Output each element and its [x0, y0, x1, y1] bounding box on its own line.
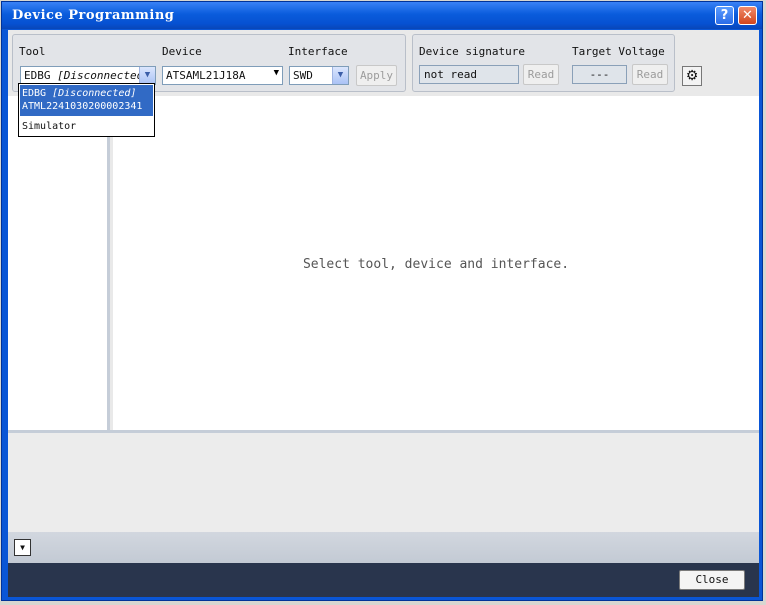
option-tool-status: [Disconnected]	[52, 88, 137, 99]
log-pane	[8, 433, 759, 532]
close-button[interactable]: Close	[679, 570, 745, 590]
apply-button[interactable]: Apply	[356, 65, 397, 86]
target-voltage-label: Target Voltage	[572, 45, 665, 58]
tool-option-edbg[interactable]: EDBG [Disconnected] ATML2241030200002341	[20, 85, 153, 116]
main-content-pane: Select tool, device and interface.	[113, 96, 759, 430]
device-label: Device	[162, 45, 202, 58]
tool-label: Tool	[19, 45, 46, 58]
device-select-value: ATSAML21J18A	[166, 69, 246, 82]
tool-status: [Disconnected]	[57, 69, 150, 82]
tool-dropdown-list: EDBG [Disconnected] ATML2241030200002341…	[18, 83, 155, 137]
title-bar[interactable]: Device Programming ? ✕	[2, 2, 762, 29]
caret-down-icon[interactable]: ▼	[274, 68, 279, 78]
footer-bar: Close	[8, 563, 759, 597]
tool-option-edbg-serial: ATML2241030200002341	[22, 101, 143, 112]
window-title: Device Programming	[12, 8, 175, 23]
read-voltage-button[interactable]: Read	[632, 64, 668, 85]
interface-label: Interface	[288, 45, 348, 58]
interface-select[interactable]: SWD ▼	[289, 66, 349, 85]
chevron-down-icon[interactable]: ▼	[332, 67, 348, 84]
navigation-pane	[8, 96, 110, 430]
window-close-button[interactable]: ✕	[738, 6, 757, 25]
empty-state-message: Select tool, device and interface.	[302, 257, 570, 272]
target-voltage-field: ---	[572, 65, 627, 84]
tool-name: EDBG	[24, 69, 51, 82]
tool-option-edbg-title: EDBG [Disconnected]	[22, 87, 151, 100]
option-tool-name: EDBG	[22, 88, 47, 99]
read-signature-button[interactable]: Read	[523, 64, 559, 85]
gear-icon[interactable]: ⚙	[682, 66, 702, 86]
help-button[interactable]: ?	[715, 6, 734, 25]
tool-option-simulator[interactable]: Simulator	[22, 121, 76, 132]
tool-select-value: EDBG [Disconnected]	[24, 69, 150, 82]
expand-down-icon[interactable]: ▼	[14, 539, 31, 556]
signature-voltage-group: Device signature Target Voltage not read…	[412, 34, 675, 92]
interface-select-value: SWD	[293, 69, 313, 82]
device-signature-label: Device signature	[419, 45, 525, 58]
log-toolbar: ▼	[8, 532, 759, 563]
device-signature-field: not read	[419, 65, 519, 84]
chevron-down-icon[interactable]: ▼	[139, 67, 155, 84]
device-select[interactable]: ATSAML21J18A ▼	[162, 66, 283, 85]
